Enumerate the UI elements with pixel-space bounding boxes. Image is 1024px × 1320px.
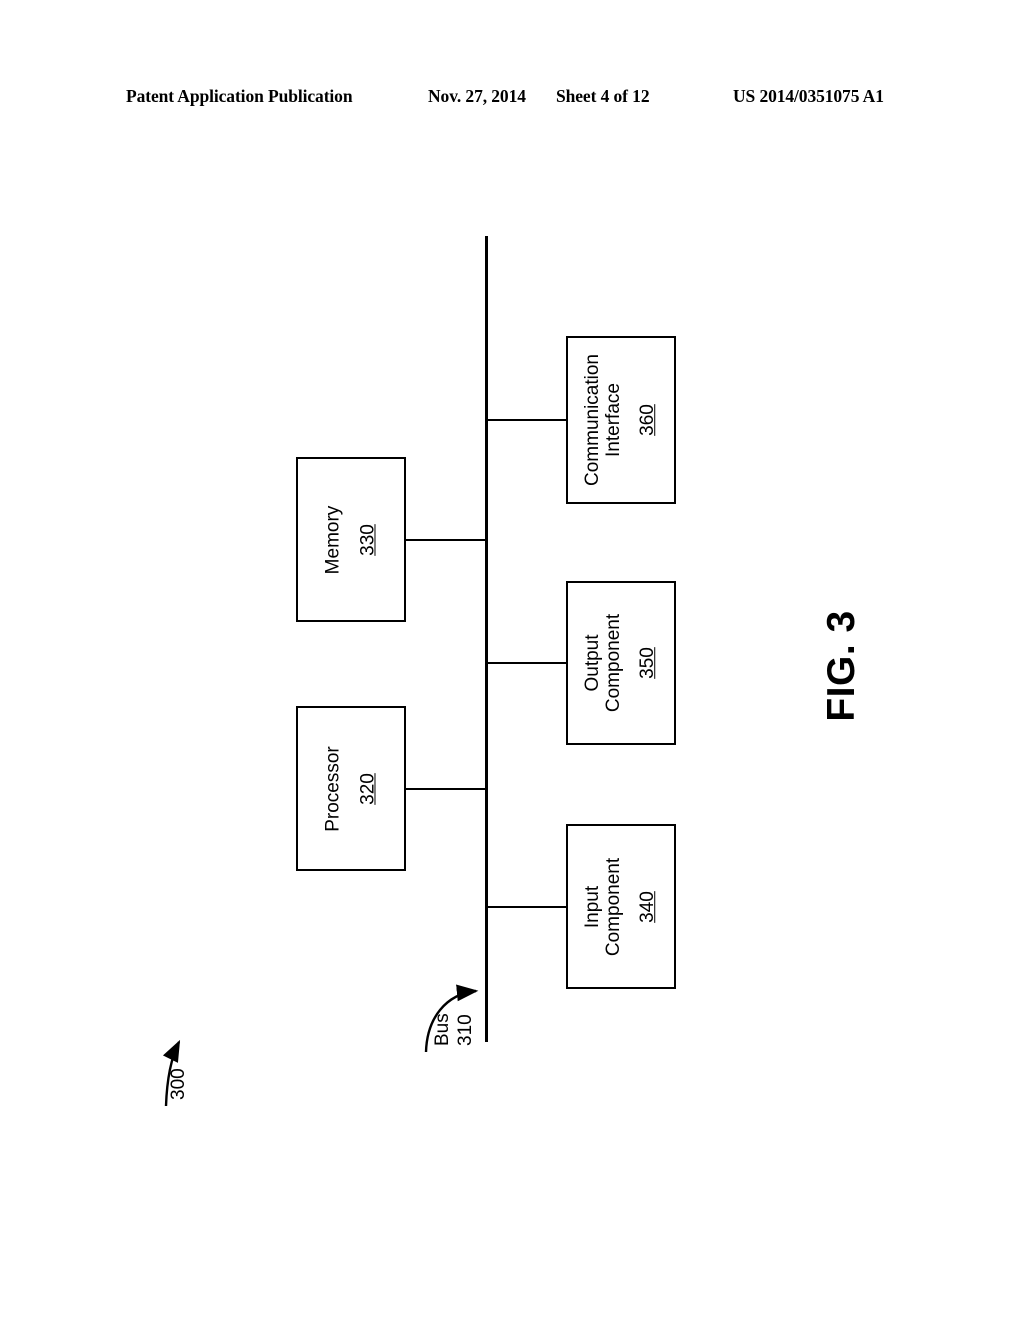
connector-bus-to-communication-interface: [487, 419, 566, 421]
node-input-component-label-line2: Component: [602, 857, 624, 956]
node-output-component: Output Component 350: [566, 581, 676, 745]
system-reference-text: 300: [168, 1068, 189, 1100]
node-communication-interface-label-line2: Interface: [602, 383, 624, 457]
connector-processor-to-bus: [406, 788, 487, 790]
bus-line: [485, 236, 488, 1042]
node-output-component-content: Output Component 350: [582, 613, 659, 713]
node-processor-label: Processor: [322, 745, 344, 832]
connector-bus-to-input-component: [487, 906, 566, 908]
node-input-component-reference: 340: [637, 890, 659, 923]
node-output-component-reference: 350: [637, 647, 659, 679]
node-input-component-label-line1: Input: [582, 885, 604, 928]
node-communication-interface-reference: 360: [637, 404, 659, 436]
figure-label-text: FIG. 3: [820, 610, 863, 722]
node-communication-interface: Communication Interface 360: [566, 336, 676, 504]
node-memory-content: Memory 330: [322, 505, 378, 574]
node-processor-content: Processor 320: [322, 745, 378, 832]
figure-drawing-area: Memory 330 Processor 320 Communication I…: [0, 0, 1024, 1320]
bus-reference-text: 310: [454, 1014, 476, 1046]
system-callout-label: 300: [146, 1068, 206, 1158]
node-communication-interface-label-line1: Communication: [582, 354, 604, 486]
connector-memory-to-bus: [406, 539, 487, 541]
node-memory-label: Memory: [322, 505, 344, 574]
node-processor: Processor 320: [296, 706, 406, 871]
node-input-component-content: Input Component 340: [582, 857, 659, 956]
node-input-component: Input Component 340: [566, 824, 676, 989]
node-output-component-label-line2: Component: [602, 613, 624, 713]
bus-label-text: Bus: [432, 1013, 453, 1046]
figure-label: FIG. 3: [812, 586, 872, 746]
node-processor-reference: 320: [357, 772, 378, 805]
bus-callout-label: Bus 310: [398, 1013, 476, 1112]
connector-bus-to-output-component: [487, 662, 566, 664]
node-memory: Memory 330: [296, 457, 406, 622]
node-communication-interface-content: Communication Interface 360: [582, 354, 659, 486]
node-memory-reference: 330: [357, 523, 378, 556]
node-output-component-label-line1: Output: [582, 634, 604, 692]
